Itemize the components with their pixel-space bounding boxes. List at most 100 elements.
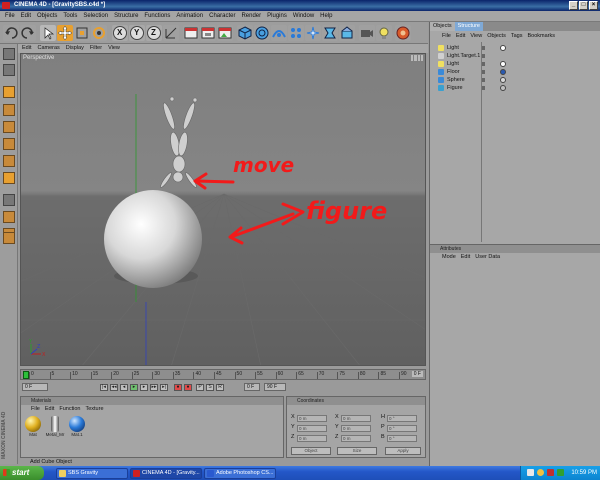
materials-menu-function[interactable]: Function [59,405,80,414]
menu-animation[interactable]: Animation [173,11,206,21]
menu-plugins[interactable]: Plugins [264,11,290,21]
prev-frame-icon[interactable]: ◂ [120,384,128,391]
play-icon[interactable]: ▸ [130,384,138,391]
inverse-kinematics-icon[interactable] [3,172,15,184]
object-row[interactable]: Light.Target.1 [430,52,600,60]
tab-structure[interactable]: Structure [454,22,483,31]
objects-menu-edit[interactable]: Edit [456,32,465,41]
next-key-icon[interactable]: ▸▸ [150,384,158,391]
use-points-tool-icon[interactable] [3,86,15,98]
coordinate-value-field[interactable]: 0 m [297,415,327,422]
maximize-button[interactable]: □ [579,1,588,10]
tray-app-icon[interactable] [557,469,564,476]
menu-help[interactable]: Help [317,11,335,21]
x-axis-lock-button[interactable]: X [112,25,128,41]
apply-button[interactable]: Apply [385,447,421,455]
autokey-icon[interactable]: ● [184,384,192,391]
coordinate-value-field[interactable]: 0 m [341,425,371,432]
animation-mode-icon[interactable] [3,211,15,223]
menu-tools[interactable]: Tools [60,11,80,21]
use-polygons-tool-icon[interactable] [3,121,15,133]
redo-icon[interactable] [20,25,36,41]
materials-menu-file[interactable]: File [31,405,40,414]
menu-window[interactable]: Window [290,11,317,21]
visibility-dots-icon[interactable] [482,54,485,58]
subdivision-surface-icon[interactable] [254,25,270,41]
viewport-menu-edit[interactable]: Edit [22,44,31,53]
end-frame-field[interactable]: 90 F [264,383,286,391]
array-icon[interactable] [288,25,304,41]
move-tool-icon[interactable] [57,25,73,41]
use-edges-tool-icon[interactable] [3,104,15,116]
render-view-icon[interactable] [183,25,199,41]
viewport-menu-cameras[interactable]: Cameras [37,44,59,53]
nurbs-icon[interactable] [271,25,287,41]
material-swatch[interactable]: Mat [23,416,43,438]
visibility-dots-icon[interactable] [482,86,485,90]
scene-object-icon[interactable] [339,25,355,41]
object-row[interactable]: Light [430,60,600,68]
light-icon[interactable] [376,25,392,41]
prev-key-icon[interactable]: ◂◂ [110,384,118,391]
texture-tool-icon[interactable] [3,138,15,150]
object-tag-icon[interactable] [500,69,506,75]
render-picture-viewer-icon[interactable] [217,25,233,41]
coordinate-size-select[interactable]: Size [337,447,377,455]
coordinate-value-field[interactable]: 0 m [297,435,327,442]
coordinate-value-field[interactable]: 0 ° [387,415,417,422]
visibility-dots-icon[interactable] [482,46,485,50]
menu-edit[interactable]: Edit [18,11,34,21]
viewport-menu-view[interactable]: View [108,44,120,53]
menu-render[interactable]: Render [238,11,264,21]
viewport-menu-display[interactable]: Display [66,44,84,53]
coordinate-value-field[interactable]: 0 m [341,415,371,422]
menu-functions[interactable]: Functions [141,11,173,21]
undo-icon[interactable] [3,25,19,41]
live-selection-icon[interactable] [40,25,56,41]
object-row[interactable]: Floor [430,68,600,76]
next-frame-icon[interactable]: ▸ [140,384,148,391]
visibility-dots-icon[interactable] [482,78,485,82]
key-position-icon[interactable]: P [196,384,204,391]
close-button[interactable]: × [589,1,598,10]
coordinate-value-field[interactable]: 0 ° [387,425,417,432]
start-frame-field[interactable]: 0 F [22,383,48,391]
tweak-mode-icon[interactable] [3,194,15,206]
coordinate-value-field[interactable]: 0 m [341,435,371,442]
menu-objects[interactable]: Objects [34,11,60,21]
attributes-menu-user-data[interactable]: User Data [475,253,500,262]
render-region-icon[interactable] [200,25,216,41]
rotate-tool-icon[interactable] [91,25,107,41]
material-swatch[interactable]: Mat.1 [67,416,87,438]
material-swatch[interactable]: Metal_Mr [45,416,65,438]
coordinate-value-field[interactable]: 0 m [297,425,327,432]
object-tag-icon[interactable] [500,45,506,51]
python-script-icon[interactable] [395,25,411,41]
goto-start-icon[interactable]: |◂ [100,384,108,391]
menu-structure[interactable]: Structure [111,11,141,21]
current-frame-field[interactable]: 0 F [244,383,260,391]
scale-tool-icon[interactable] [74,25,90,41]
y-axis-lock-button[interactable]: Y [129,25,145,41]
coordinate-mode-select[interactable]: Object [291,447,331,455]
goto-end-icon[interactable]: ▸| [160,384,168,391]
security-icon[interactable] [547,469,554,476]
key-scale-icon[interactable]: S [206,384,214,391]
minimize-button[interactable]: _ [569,1,578,10]
materials-menu-texture[interactable]: Texture [85,405,103,414]
objects-menu-objects[interactable]: Objects [487,32,506,41]
taskbar-item-sbs-gravity[interactable]: SBS Gravity [56,468,128,479]
object-tag-icon[interactable] [500,77,506,83]
workplane-icon[interactable] [3,232,15,244]
texture-axis-tool-icon[interactable] [3,155,15,167]
deformer-icon[interactable] [322,25,338,41]
objects-menu-view[interactable]: View [470,32,482,41]
object-row[interactable]: Sphere [430,76,600,84]
taskbar-item-cinema4d[interactable]: CINEMA 4D - [Gravity... [130,468,202,479]
cube-object-icon[interactable] [237,25,253,41]
menu-character[interactable]: Character [206,11,238,21]
objects-menu-file[interactable]: File [442,32,451,41]
coordinate-system-icon[interactable] [163,25,179,41]
record-icon[interactable]: ● [174,384,182,391]
object-tag-icon[interactable] [500,85,506,91]
